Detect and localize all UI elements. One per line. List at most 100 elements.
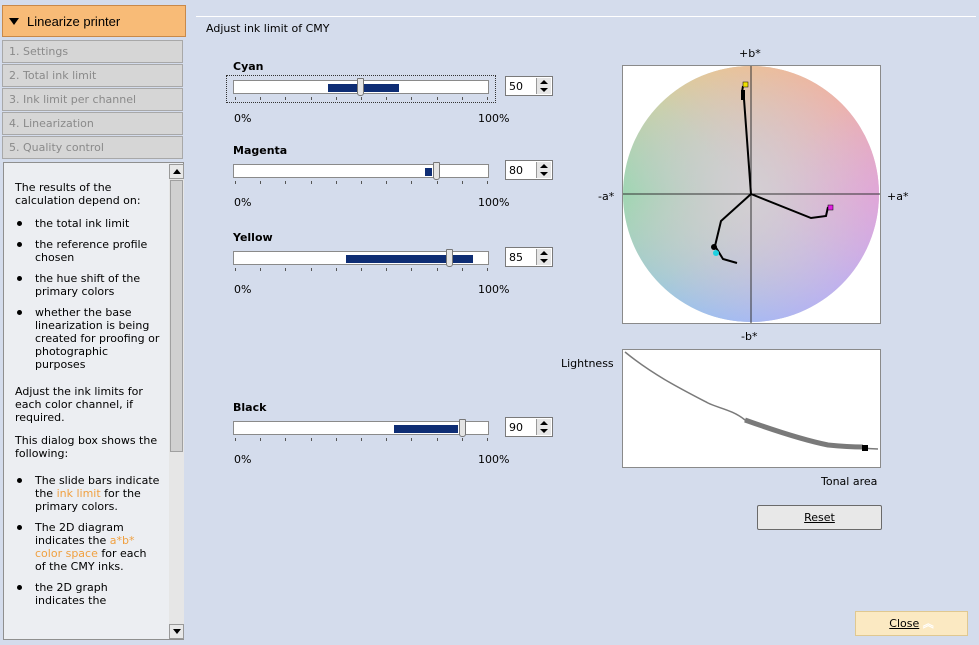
help-items-list: The slide bars indicate the ink limit fo… [15,474,160,607]
tick-mark [386,268,388,271]
nav-step-total-ink-limit[interactable]: 2. Total ink limit [2,64,183,87]
tick-mark [386,438,388,441]
tick-mark [235,438,236,441]
reset-button[interactable]: Reset [757,505,882,530]
min-percent-label: 0% [234,112,252,125]
spinner-arrows[interactable] [536,78,551,94]
ink-limit-link[interactable]: ink limit [57,487,101,500]
value-spinner-cyan[interactable]: 50 [505,76,553,96]
channel-label-yellow: Yellow [233,231,273,244]
tick-mark [335,97,337,100]
spinner-value[interactable]: 80 [509,164,523,177]
help-shows: This dialog box shows the following: [15,434,158,460]
nav-step-quality-control[interactable]: 5. Quality control [2,136,183,159]
arrow-up-icon[interactable] [540,164,548,168]
tick-mark [487,268,488,271]
arrow-down-icon[interactable] [540,88,548,92]
slider-thumb[interactable] [458,419,466,437]
min-percent-label: 0% [234,283,252,296]
spinner-value[interactable]: 50 [509,80,523,93]
help-depends-list: the total ink limit the reference profil… [15,217,160,371]
lightness-svg [624,351,879,451]
tick-mark [235,181,236,184]
spinner-value[interactable]: 85 [509,251,523,264]
tick-mark [411,97,413,100]
arrow-up-icon[interactable] [540,80,548,84]
arrow-down-icon [173,629,181,634]
arrow-down-icon[interactable] [540,429,548,433]
nav-header[interactable]: Linearize printer [2,5,186,37]
tick-mark [436,268,438,271]
slider-fill [394,425,458,433]
tick-mark [461,97,463,100]
tick-mark [487,181,488,184]
triangle-down-icon [9,18,19,25]
max-percent-label: 100% [478,453,510,466]
tick-mark [285,181,287,184]
magenta-marker [827,204,834,211]
lightness-label: Lightness [561,357,614,370]
tick-mark [310,181,312,184]
help-text: The results of the calculation depend on… [15,181,160,617]
tick-mark [335,268,337,271]
arrow-up-icon[interactable] [540,251,548,255]
arrow-up-icon [173,169,181,174]
scroll-up-button[interactable] [169,164,184,179]
help-item-text: the 2D graph indicates the [35,581,108,607]
tick-mark [235,268,236,271]
value-spinner-magenta[interactable]: 80 [505,160,553,180]
spinner-arrows[interactable] [536,162,551,178]
tick-mark [461,181,463,184]
slider-magenta[interactable] [233,164,489,178]
tick-mark [487,438,488,441]
help-panel: The results of the calculation depend on… [3,162,184,640]
tick-mark [386,181,388,184]
list-item: the total ink limit [15,217,160,230]
scroll-thumb[interactable] [170,180,183,452]
list-item: the 2D graph indicates the [15,581,160,607]
axis-label-plus-b: +b* [739,47,761,60]
tick-mark [310,268,312,271]
ab-color-diagram [622,65,881,324]
axis-label-minus-a: -a* [598,190,615,203]
min-percent-label: 0% [234,453,252,466]
list-item: The 2D diagram indicates the a*b* color … [15,521,160,573]
channel-label-cyan: Cyan [233,60,264,73]
nav-step-linearization[interactable]: 4. Linearization [2,112,183,135]
tick-mark [260,181,262,184]
tick-mark [260,268,262,271]
nav-step-settings[interactable]: 1. Settings [2,40,183,63]
close-button[interactable]: Close ︽ [855,611,968,636]
slider-black[interactable] [233,421,489,435]
help-scrollbar[interactable] [169,164,184,639]
scroll-down-button[interactable] [169,624,184,639]
tick-mark [436,438,438,441]
slider-thumb[interactable] [445,249,453,267]
double-chevron-up-icon: ︽ [922,617,934,630]
tick-mark [461,268,463,271]
max-percent-label: 100% [478,283,510,296]
arrow-down-icon[interactable] [540,172,548,176]
channel-label-black: Black [233,401,267,414]
value-spinner-black[interactable]: 90 [505,417,553,437]
tick-mark [361,268,362,271]
value-spinner-yellow[interactable]: 85 [505,247,553,267]
slider-fill [345,255,473,263]
close-button-label: Close [889,617,920,630]
cyan-marker [713,250,719,256]
tick-mark [310,438,312,441]
arrow-up-icon[interactable] [540,421,548,425]
tick-mark [361,181,362,184]
tick-mark [461,438,463,441]
arrow-down-icon[interactable] [540,259,548,263]
tick-mark [436,181,438,184]
tick-mark [335,438,337,441]
slider-thumb[interactable] [433,162,441,180]
tick-mark [285,97,287,100]
spinner-arrows[interactable] [536,249,551,265]
spinner-arrows[interactable] [536,419,551,435]
nav-step-ink-limit-per-channel[interactable]: 3. Ink limit per channel [2,88,183,111]
spinner-value[interactable]: 90 [509,421,523,434]
nav-header-title: Linearize printer [27,14,121,29]
slider-thumb[interactable] [357,78,364,96]
